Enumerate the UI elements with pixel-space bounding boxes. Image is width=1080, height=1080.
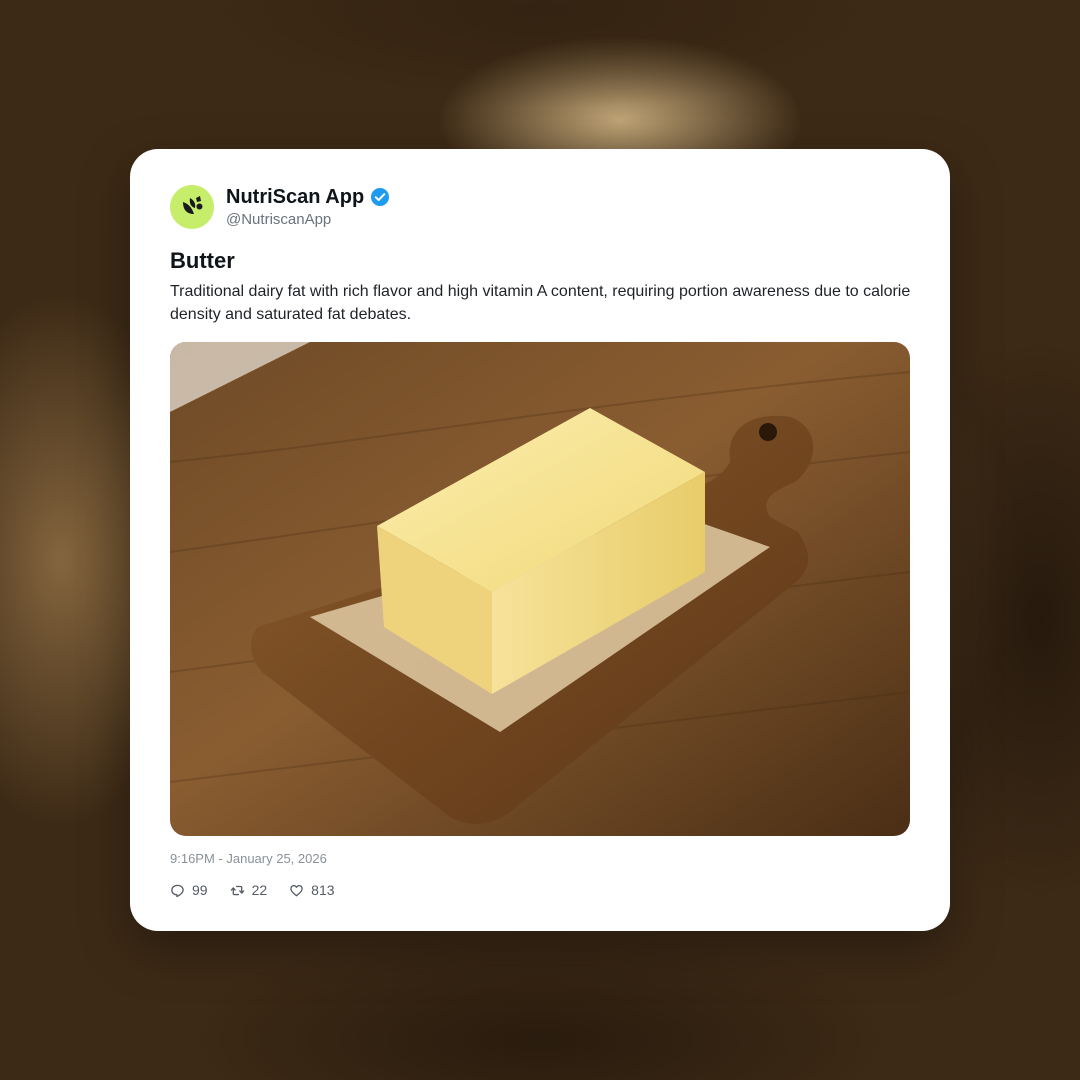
repost-button[interactable]: 22 — [230, 881, 268, 899]
repost-icon — [230, 885, 244, 895]
reply-icon — [171, 884, 184, 897]
post-title: Butter — [170, 248, 235, 273]
repost-count: 22 — [251, 882, 268, 898]
author-name[interactable]: NutriScan App — [226, 185, 364, 209]
post-description: Traditional dairy fat with rich flavor a… — [170, 283, 911, 323]
post-image[interactable] — [170, 342, 910, 836]
like-button[interactable]: 813 — [289, 881, 335, 899]
like-count: 813 — [311, 882, 335, 898]
heart-icon — [290, 884, 303, 896]
engagement-bar: 99 22 813 — [170, 881, 335, 899]
post-card: NutriScan App @NutriscanApp Butter Tradi… — [130, 149, 950, 931]
post-timestamp[interactable]: 9:16PM - January 25, 2026 — [170, 851, 327, 867]
author-name-row[interactable]: NutriScan App — [226, 185, 390, 209]
leaf-logo-icon — [183, 196, 203, 214]
butter-photo — [170, 342, 910, 836]
verified-badge-icon — [371, 188, 390, 206]
author-handle[interactable]: @NutriscanApp — [226, 211, 331, 229]
reply-count: 99 — [192, 882, 208, 898]
reply-button[interactable]: 99 — [170, 881, 208, 899]
avatar[interactable] — [170, 185, 214, 229]
